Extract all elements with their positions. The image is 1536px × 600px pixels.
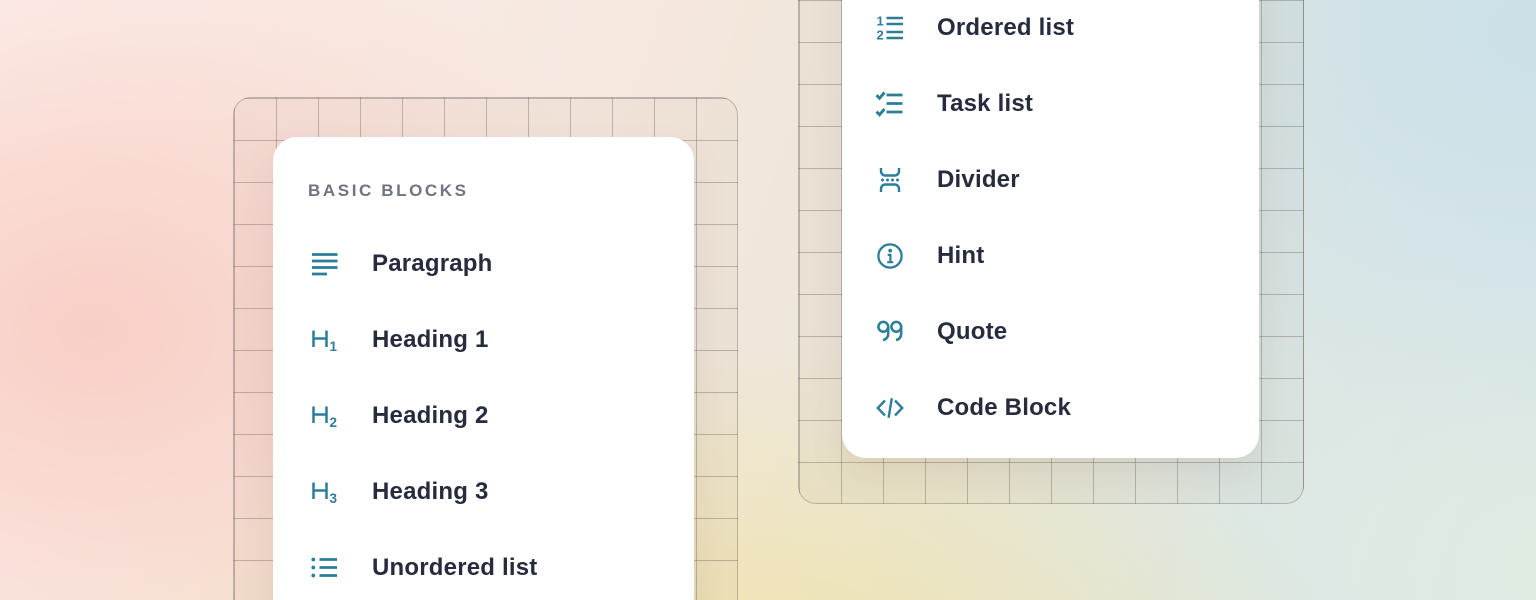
heading-1-icon: 1 <box>308 323 342 357</box>
menu-item-label: Ordered list <box>937 14 1074 42</box>
quote-icon <box>873 315 907 349</box>
menu-item[interactable]: 1 Heading 1 <box>308 302 694 378</box>
menu-item-label: Unordered list <box>372 554 538 582</box>
menu-item-label: Divider <box>937 166 1020 194</box>
menu-item-label: Paragraph <box>372 250 493 278</box>
code-block-icon <box>873 391 907 425</box>
menu-item[interactable]: Code Block <box>873 370 1259 446</box>
menu-item-label: Task list <box>937 90 1033 118</box>
menu-item[interactable]: Hint <box>873 218 1259 294</box>
paragraph-icon <box>308 247 342 281</box>
hero-background: BASIC BLOCKS Paragraph 1 Heading 1 2 Hea… <box>0 0 1536 600</box>
menu-item[interactable]: Unordered list <box>308 530 694 600</box>
menu-item-label: Hint <box>937 242 984 270</box>
svg-text:1: 1 <box>330 339 338 354</box>
svg-text:3: 3 <box>330 491 338 506</box>
svg-text:2: 2 <box>330 415 338 430</box>
menu-item[interactable]: Paragraph <box>308 226 694 302</box>
menu-item[interactable]: Quote <box>873 294 1259 370</box>
block-menu-panel-continued: 12 Ordered list Task list Divider Hint Q… <box>842 0 1259 458</box>
menu-item-label: Heading 1 <box>372 326 489 354</box>
menu-item-list: Paragraph 1 Heading 1 2 Heading 2 3 Head… <box>308 226 694 600</box>
heading-2-icon: 2 <box>308 399 342 433</box>
menu-item-label: Quote <box>937 318 1007 346</box>
unordered-list-icon <box>308 551 342 585</box>
ordered-list-icon: 12 <box>873 11 907 45</box>
menu-item[interactable]: 2 Heading 2 <box>308 378 694 454</box>
menu-item[interactable]: Task list <box>873 66 1259 142</box>
svg-text:1: 1 <box>877 14 884 29</box>
menu-item[interactable]: 3 Heading 3 <box>308 454 694 530</box>
section-label: BASIC BLOCKS <box>308 181 694 201</box>
hint-icon <box>873 239 907 273</box>
menu-item[interactable]: 12 Ordered list <box>873 0 1259 66</box>
menu-item-list: 12 Ordered list Task list Divider Hint Q… <box>873 0 1259 446</box>
menu-item-label: Heading 2 <box>372 402 489 430</box>
svg-text:2: 2 <box>877 28 884 43</box>
task-list-icon <box>873 87 907 121</box>
heading-3-icon: 3 <box>308 475 342 509</box>
divider-icon <box>873 163 907 197</box>
menu-item[interactable]: Divider <box>873 142 1259 218</box>
menu-item-label: Code Block <box>937 394 1071 422</box>
block-menu-panel-basic-blocks: BASIC BLOCKS Paragraph 1 Heading 1 2 Hea… <box>273 137 694 600</box>
menu-item-label: Heading 3 <box>372 478 489 506</box>
